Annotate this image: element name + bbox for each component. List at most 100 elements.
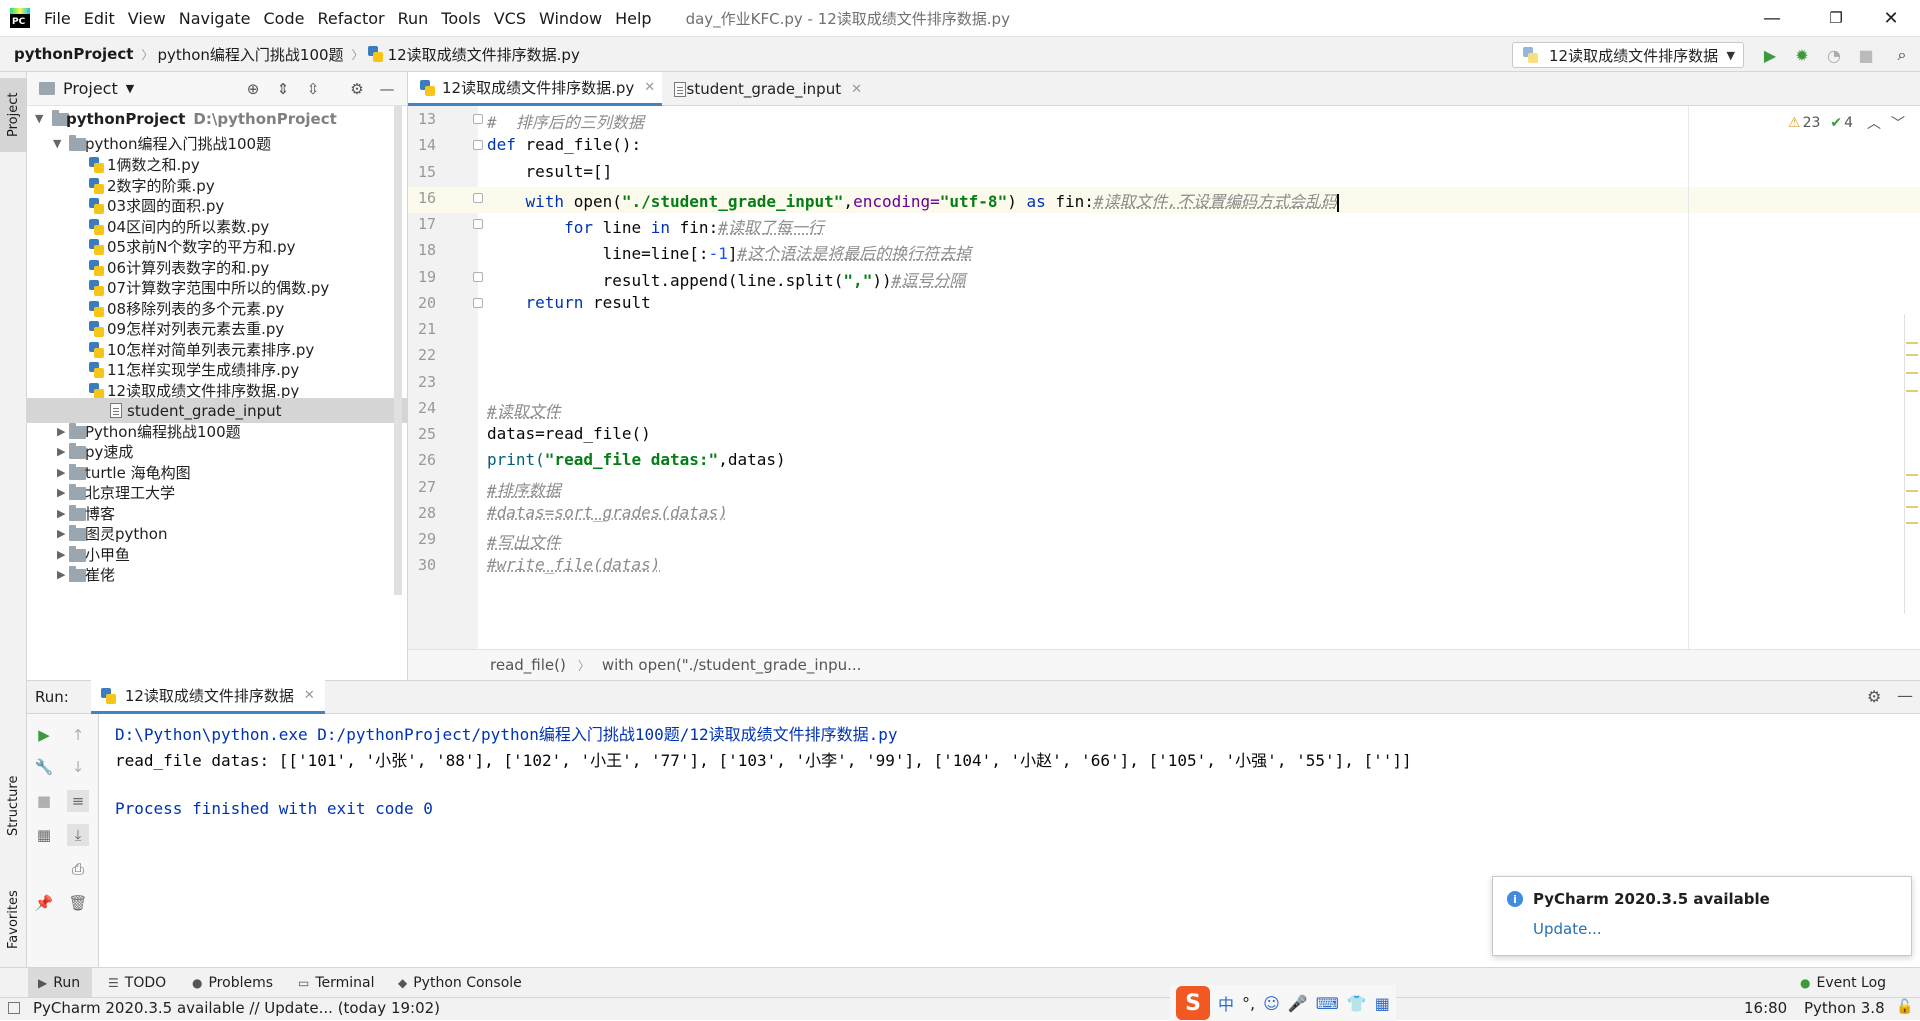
breadcrumb-folder[interactable]: python编程入门挑战100题 [157,44,343,65]
breadcrumb-function[interactable]: read_file() [490,656,566,674]
python-interpreter[interactable]: Python 3.8 [1804,999,1885,1017]
microphone-icon[interactable]: 🎤 [1288,994,1308,1013]
inspection-widget[interactable]: ⚠ 23 ✔ 4 ︿ ﹀ [1788,113,1905,133]
keyboard-icon[interactable]: ⌨ [1316,994,1339,1013]
menu-help[interactable]: Help [615,9,651,28]
structure-tool-tab[interactable]: Structure [0,758,27,854]
close-icon[interactable]: ✕ [644,80,655,95]
breadcrumb-with[interactable]: with open("./student_grade_inpu... [602,656,862,674]
project-tree-scrollbar[interactable] [394,105,402,595]
ime-language[interactable]: 中 [1218,991,1234,1015]
event-log-tool-button[interactable]: ● Event Log [1800,968,1886,998]
todo-tool-button[interactable]: ☰ TODO [108,968,166,998]
input-method-toolbar[interactable]: S 中 °, ☺ 🎤 ⌨ 👕 ▦ [1170,985,1396,1021]
pin-icon[interactable]: 📌 [33,892,55,914]
breadcrumb-file[interactable]: 12读取成绩文件排序数据.py [388,44,580,65]
close-button[interactable]: ✕ [1868,0,1914,36]
stop-icon[interactable]: ■ [33,790,55,812]
lock-icon[interactable]: 🔓 [1896,999,1913,1015]
hide-panel-icon[interactable]: — [1897,686,1913,705]
menu-tools[interactable]: Tools [441,9,480,28]
debug-icon[interactable]: ✹ [1792,45,1812,65]
toolbox-icon[interactable]: ▦ [1375,994,1390,1013]
print-icon[interactable]: ⎙ [67,858,89,880]
menu-navigate[interactable]: Navigate [179,9,251,28]
fold-marker-icon[interactable] [473,219,483,229]
project-tool-tab[interactable]: Project [0,78,27,152]
line-number: 16 [417,189,436,207]
stripe-mark[interactable] [1906,342,1918,344]
menu-edit[interactable]: Edit [84,9,115,28]
close-icon[interactable]: ✕ [851,82,862,97]
close-icon[interactable]: ✕ [304,688,315,703]
stripe-mark[interactable] [1906,474,1918,476]
tree-root-pythonProject[interactable]: ▼ pythonProject D:\pythonProject [27,106,407,131]
expand-all-icon[interactable]: ⇕ [273,79,293,99]
fold-marker-icon[interactable] [473,193,483,203]
menu-window[interactable]: Window [539,9,602,28]
run-configuration-select[interactable]: 12读取成绩文件排序数据 ▼ [1512,42,1744,68]
menu-refactor[interactable]: Refactor [317,9,384,28]
stripe-mark[interactable] [1906,354,1918,356]
editor-tab-main-file[interactable]: 12读取成绩文件排序数据.py ✕ [408,72,662,106]
gear-icon[interactable]: ⚙ [1867,687,1881,706]
fold-marker-icon[interactable] [473,272,483,282]
stripe-mark[interactable] [1906,372,1918,374]
coverage-icon[interactable]: ◔ [1824,45,1844,65]
arrow-up-icon[interactable]: ↑ [67,724,89,746]
run-tool-button[interactable]: ▶ Run [28,968,92,998]
status-message[interactable]: PyCharm 2020.3.5 available // Update... … [33,999,440,1017]
run-icon[interactable]: ▶ [1760,45,1780,65]
python-file-icon [89,342,104,358]
fold-marker-icon[interactable] [473,140,483,150]
ime-punctuation[interactable]: °, [1242,994,1255,1013]
collapse-all-icon[interactable]: ⇳ [303,79,323,99]
menu-view[interactable]: View [128,9,166,28]
pycharm-logo-icon: PC [10,8,30,28]
stripe-mark[interactable] [1906,506,1918,508]
chevron-down-icon[interactable]: ﹀ [1891,113,1905,133]
restore-button[interactable]: ❐ [1813,0,1859,36]
minimize-button[interactable]: — [1749,0,1795,36]
breadcrumb-project[interactable]: pythonProject [14,45,133,63]
arrow-down-icon[interactable]: ↓ [67,756,89,778]
rerun-icon[interactable]: ▶ [33,724,55,746]
favorites-tool-tab[interactable]: Favorites [0,872,27,968]
stripe-mark[interactable] [1906,390,1918,392]
scroll-to-end-icon[interactable]: ⤓ [67,824,89,846]
caret-position[interactable]: 16:80 [1744,999,1787,1017]
text-cursor [1337,193,1340,212]
terminal-tool-button[interactable]: ▭ Terminal [298,968,375,998]
menu-run[interactable]: Run [398,9,429,28]
stripe-mark[interactable] [1906,490,1918,492]
chevron-up-icon[interactable]: ︿ [1867,113,1881,133]
editor-tab-label: student_grade_input [686,80,842,98]
menu-vcs[interactable]: VCS [494,9,526,28]
emoji-icon[interactable]: ☺ [1263,994,1280,1013]
skin-icon[interactable]: 👕 [1347,994,1367,1013]
fold-marker-icon[interactable] [473,114,483,124]
run-tab[interactable]: 12读取成绩文件排序数据 ✕ [90,680,325,714]
soft-wrap-icon[interactable]: ≡ [67,790,89,812]
update-link[interactable]: Update... [1533,920,1602,938]
python-console-tool-button[interactable]: ◆ Python Console [398,968,522,998]
locate-file-icon[interactable]: ⊕ [243,79,263,99]
menu-file[interactable]: File [44,9,71,28]
stop-icon[interactable]: ■ [1856,45,1876,65]
editor-error-stripe[interactable] [1904,314,1916,614]
toggle-tool-windows-icon[interactable] [8,1002,20,1014]
hide-panel-icon[interactable]: — [377,79,397,99]
stripe-mark[interactable] [1906,522,1918,524]
problems-tool-button[interactable]: ● Problems [192,968,273,998]
chevron-down-icon[interactable]: ▼ [126,82,134,95]
fold-marker-icon[interactable] [473,298,483,308]
search-icon[interactable]: ⌕ [1892,45,1912,65]
layout-icon[interactable]: ▦ [33,824,55,846]
tree-folder[interactable]: ▶ 崔佬 [27,562,407,587]
trash-icon[interactable]: 🗑 [67,892,89,914]
menu-code[interactable]: Code [264,9,305,28]
wrench-icon[interactable]: 🔧 [33,756,55,778]
gear-icon[interactable]: ⚙ [347,79,367,99]
project-panel-title[interactable]: Project [63,79,118,98]
editor-tab-grade-input[interactable]: student_grade_input ✕ [662,72,862,106]
